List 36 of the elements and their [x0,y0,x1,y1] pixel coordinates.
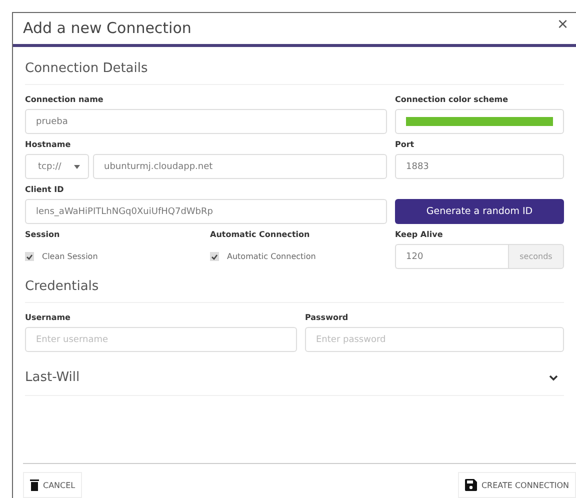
protocol-dropdown[interactable]: tcp:// [25,154,89,179]
field-label: Keep Alive [395,230,444,239]
trash-icon [30,479,39,491]
unit-label: seconds [508,244,564,269]
field-label: Connection color scheme [395,95,510,104]
connection-name-field[interactable]: prueba [25,109,387,134]
checkbox[interactable] [25,252,34,261]
field-label: Password [305,313,350,322]
field-label: Client ID [25,185,65,194]
field-label: Session [25,230,61,239]
section-heading: Credentials [25,275,564,303]
username-field[interactable]: Enter username [25,327,297,352]
create-connection-button[interactable]: CREATE CONNECTION [458,472,576,498]
cancel-button[interactable]: CANCEL [23,472,82,498]
client-id-field[interactable]: lens_aWaHiPITLhNGq0XuiUfHQ7dWbRp [25,199,387,224]
chevron-icon [549,374,558,380]
generate-id-button[interactable]: Generate a random ID [395,199,564,224]
last-will-accordion[interactable]: Last-Will [25,358,564,396]
password-field[interactable]: Enter password [305,327,564,352]
caret-icon [74,164,80,168]
field-label: Connection name [25,95,104,104]
hostname-field[interactable]: ubunturmj.cloudapp.net [93,154,387,179]
color-scheme-field[interactable] [395,109,564,134]
save-icon [465,479,478,491]
field-label: Automatic Connection [210,230,311,239]
dialog-title: Add a new Connection [23,19,192,37]
port-field[interactable]: 1883 [395,154,564,179]
close-button[interactable]: × [557,15,568,33]
checkbox-label: Automatic Connection [227,252,316,261]
keep-alive-field[interactable]: 120 [395,244,508,269]
checkbox[interactable] [210,252,219,261]
field-label: Username [25,313,72,322]
section-heading: Connection Details [25,47,564,85]
field-label: Hostname [25,140,72,149]
field-label: Port [395,140,416,149]
checkbox-label: Clean Session [42,252,98,261]
